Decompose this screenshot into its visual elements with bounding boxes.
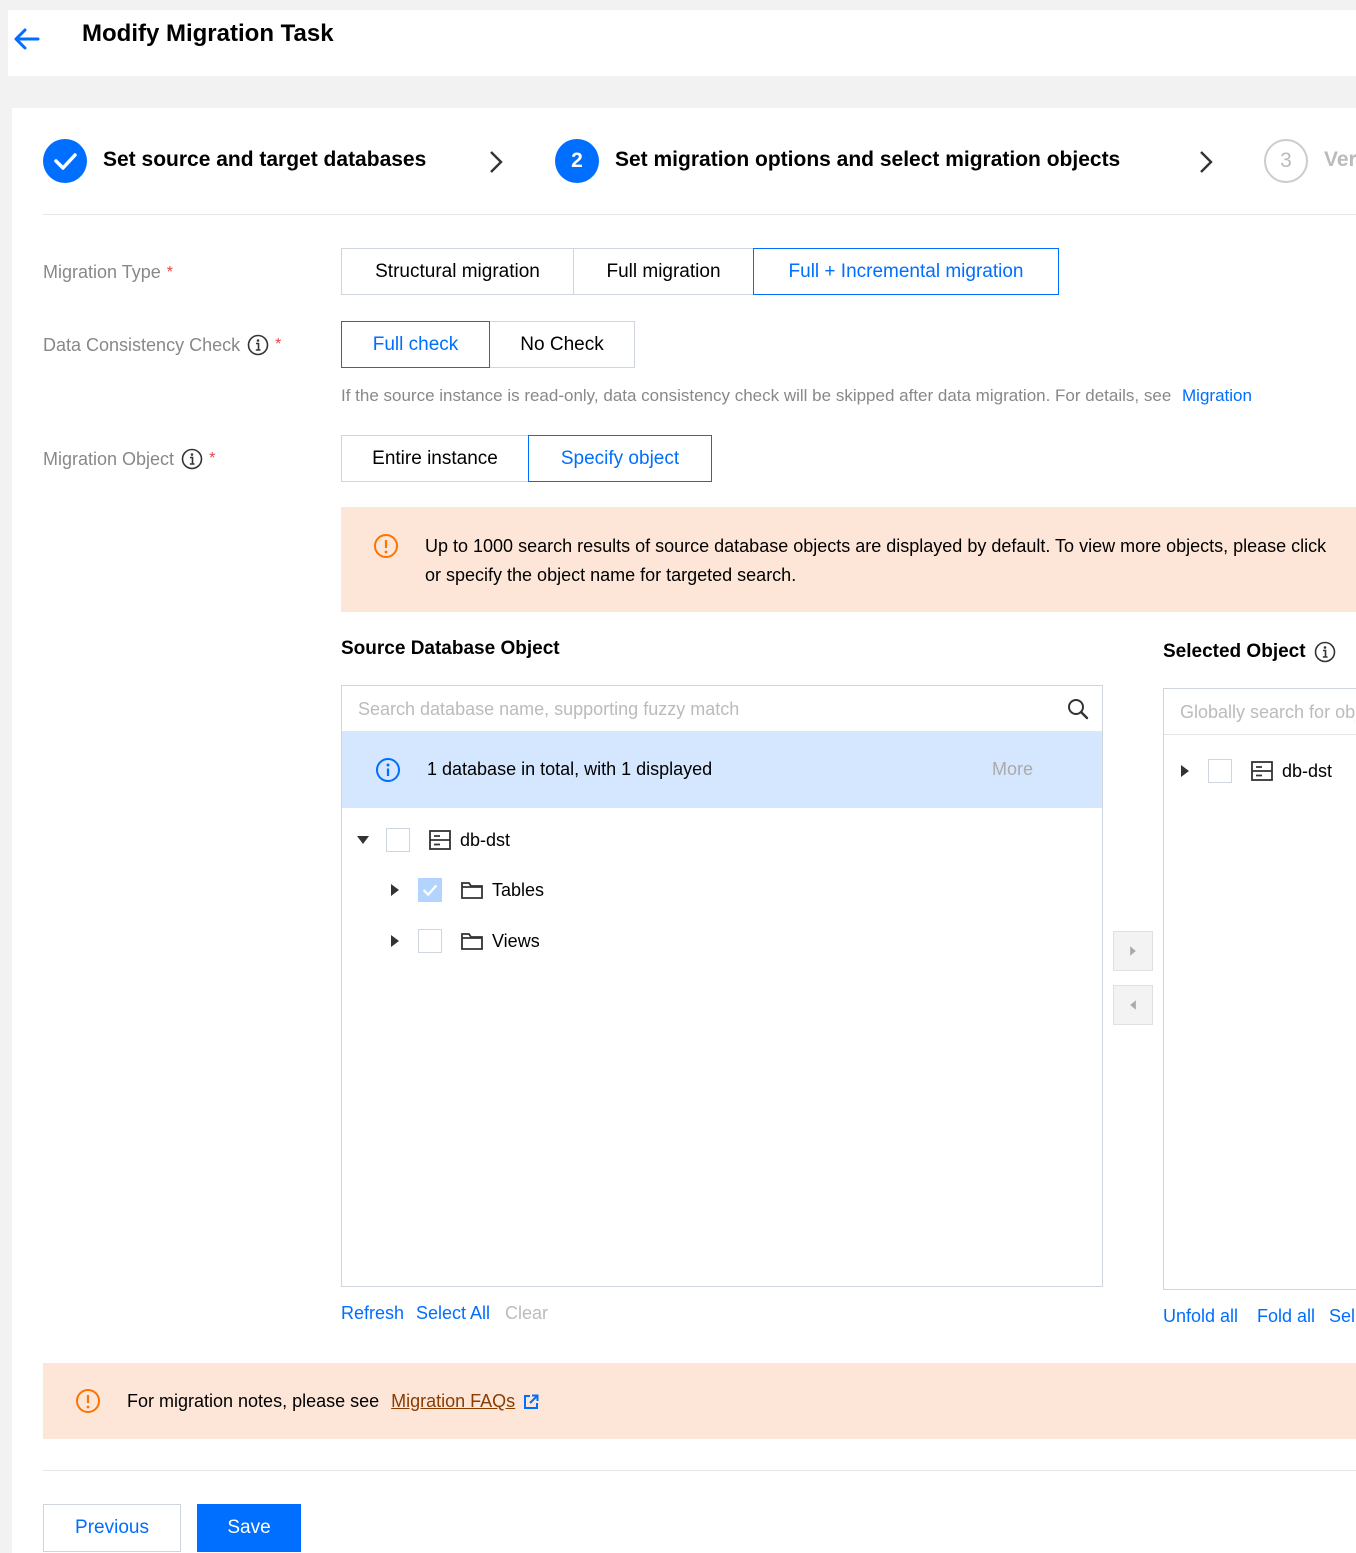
selected-tree-node-db[interactable]: db-dst	[1178, 756, 1332, 786]
fold-all-link[interactable]: Fold all	[1257, 1306, 1315, 1327]
step-3-label: Ver	[1324, 148, 1356, 171]
caret-right-icon[interactable]	[388, 883, 402, 897]
info-icon[interactable]	[247, 334, 269, 356]
unfold-all-link[interactable]: Unfold all	[1163, 1306, 1238, 1327]
folder-icon	[461, 882, 483, 899]
migration-notes-banner: For migration notes, please see Migratio…	[43, 1363, 1356, 1439]
object-limit-warning: Up to 1000 search results of source data…	[341, 507, 1356, 612]
migration-doc-link[interactable]: Migration	[1182, 386, 1252, 405]
chevron-right-icon	[490, 151, 503, 173]
folder-icon	[461, 933, 483, 950]
database-icon	[429, 830, 451, 850]
selected-search-input[interactable]	[1180, 699, 1355, 725]
tree-node-views[interactable]: Views	[388, 926, 540, 956]
selected-object-title: Selected Object	[1163, 641, 1336, 663]
warning-text-line1: Up to 1000 search results of source data…	[425, 536, 1327, 556]
caret-right-icon[interactable]	[388, 934, 402, 948]
check-icon	[422, 884, 438, 897]
tree-node-label: db-dst	[1282, 760, 1333, 781]
step-1-label: Set source and target databases	[103, 148, 427, 171]
migration-faqs-link[interactable]: Migration FAQs	[391, 1387, 515, 1416]
move-right-button[interactable]	[1113, 931, 1153, 971]
selected-search-row	[1164, 689, 1356, 735]
tree-node-tables[interactable]: Tables	[388, 875, 544, 905]
warning-icon	[76, 1389, 100, 1413]
header-spacer	[8, 76, 1356, 108]
steps-divider	[43, 214, 1356, 215]
caret-right-icon	[1130, 946, 1136, 956]
warning-icon	[374, 534, 398, 558]
consistency-check-hint: If the source instance is read-only, dat…	[341, 386, 1252, 406]
external-link-icon[interactable]	[523, 1394, 539, 1410]
consistency-check-label-text: Data Consistency Check	[43, 334, 241, 355]
source-search-input[interactable]	[358, 696, 1038, 722]
tree-node-label: Tables	[492, 879, 545, 900]
source-info-text: 1 database in total, with 1 displayed	[427, 759, 713, 779]
required-mark: *	[275, 336, 282, 353]
notes-text-row: For migration notes, please see Migratio…	[127, 1387, 539, 1416]
migration-object-label-text: Migration Object	[43, 448, 175, 469]
migration-type-label-text: Migration Type	[43, 262, 161, 282]
caret-left-icon	[1130, 1000, 1136, 1010]
arrow-left-icon[interactable]	[12, 24, 42, 54]
info-icon[interactable]	[1314, 641, 1336, 663]
check-icon	[54, 153, 77, 170]
step-2-label: Set migration options and select migrati…	[615, 148, 1121, 171]
option-no-check[interactable]: No Check	[489, 321, 635, 368]
step-1-done-badge	[43, 139, 87, 183]
caret-down-icon[interactable]	[356, 833, 370, 847]
search-icon[interactable]	[1066, 697, 1090, 721]
clear-link[interactable]: Clear	[505, 1303, 548, 1324]
option-full-incremental-migration[interactable]: Full + Incremental migration	[753, 248, 1059, 295]
selected-object-title-text: Selected Object	[1163, 641, 1306, 662]
page-title: Modify Migration Task	[82, 20, 334, 47]
more-link[interactable]: More	[992, 759, 1033, 780]
notes-text: For migration notes, please see	[127, 1391, 380, 1411]
previous-button[interactable]: Previous	[43, 1504, 181, 1552]
selected-object-box: db-dst	[1163, 688, 1356, 1290]
refresh-link[interactable]: Refresh	[341, 1303, 404, 1324]
option-structural-migration[interactable]: Structural migration	[341, 248, 574, 295]
footer-divider	[43, 1470, 1356, 1471]
tree-checkbox[interactable]	[1208, 759, 1232, 783]
option-full-migration[interactable]: Full migration	[573, 248, 754, 295]
migration-type-label: Migration Type *	[43, 262, 173, 283]
tree-node-db[interactable]: db-dst	[356, 825, 510, 855]
hint-text: If the source instance is read-only, dat…	[341, 386, 1172, 405]
info-icon[interactable]	[181, 448, 203, 470]
required-mark: *	[209, 450, 216, 467]
caret-right-icon[interactable]	[1178, 764, 1192, 778]
consistency-check-label: Data Consistency Check *	[43, 334, 281, 356]
tree-checkbox[interactable]	[386, 828, 410, 852]
tree-checkbox[interactable]	[418, 929, 442, 953]
select-link[interactable]: Sel	[1329, 1306, 1355, 1327]
migration-object-label: Migration Object *	[43, 448, 215, 470]
save-button[interactable]: Save	[197, 1504, 301, 1552]
header-bar: Modify Migration Task	[8, 10, 1356, 76]
required-mark: *	[166, 263, 173, 281]
tree-node-label: Views	[492, 930, 540, 951]
source-object-box: 1 database in total, with 1 displayed Mo…	[341, 685, 1103, 1287]
source-object-title: Source Database Object	[341, 638, 560, 659]
warning-text-line2: or specify the object name for targeted …	[425, 565, 797, 585]
tree-node-label: db-dst	[460, 829, 511, 850]
option-full-check[interactable]: Full check	[341, 321, 490, 368]
source-search-row	[342, 686, 1102, 732]
move-left-button[interactable]	[1113, 985, 1153, 1025]
database-icon	[1251, 761, 1273, 781]
option-specify-object[interactable]: Specify object	[528, 435, 712, 482]
option-entire-instance[interactable]: Entire instance	[341, 435, 529, 482]
step-2-number: 2	[555, 139, 599, 183]
info-circle-icon	[376, 758, 400, 782]
chevron-right-icon	[1200, 151, 1213, 173]
source-info-bar: 1 database in total, with 1 displayed Mo…	[342, 732, 1102, 808]
select-all-link[interactable]: Select All	[416, 1303, 490, 1324]
step-3-number: 3	[1264, 139, 1308, 183]
tree-checkbox-checked[interactable]	[418, 878, 442, 902]
